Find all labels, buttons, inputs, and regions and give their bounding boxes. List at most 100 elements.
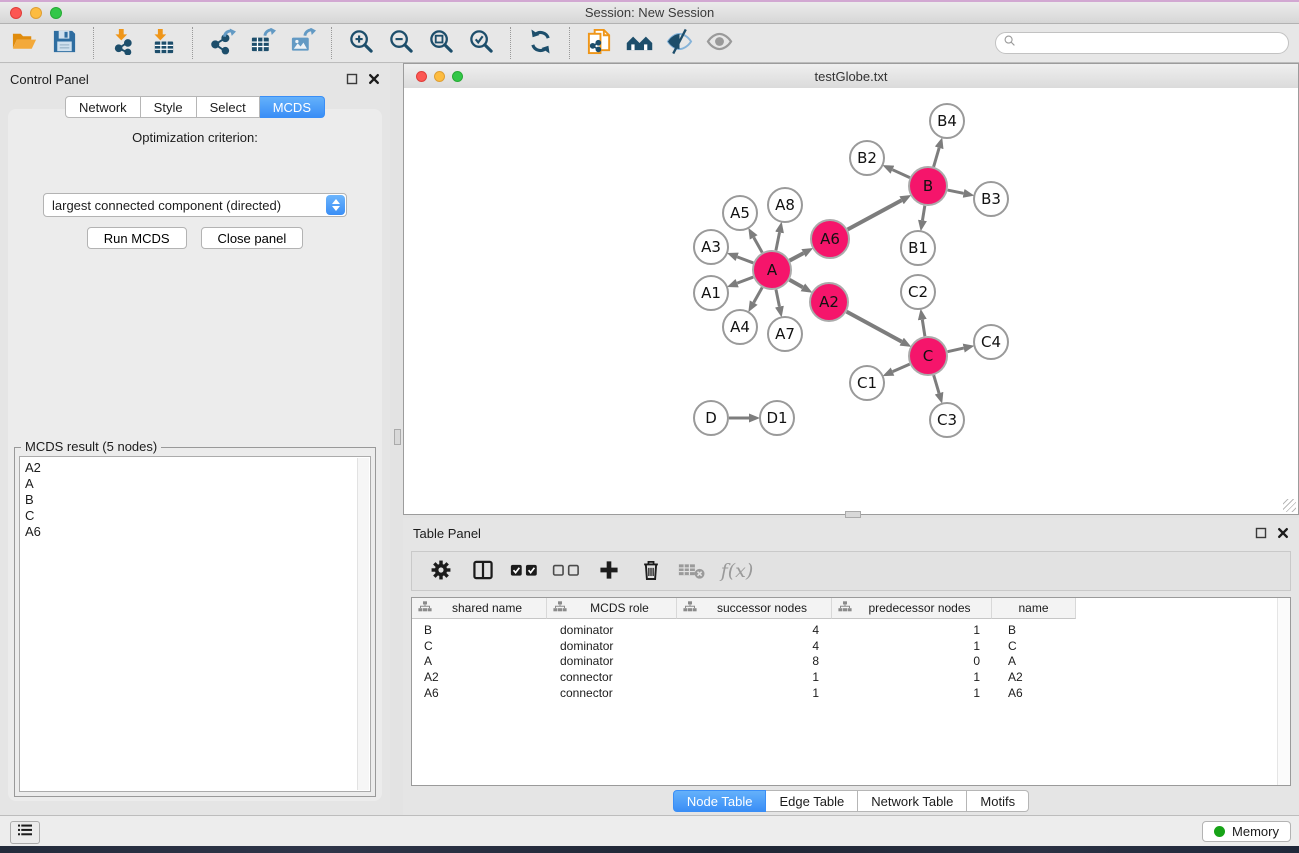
tab-node-table[interactable]: Node Table [673,790,767,812]
search-input[interactable] [1017,34,1288,52]
table-row[interactable]: Bdominator41B [412,622,1290,638]
node-B4[interactable]: B4 [930,104,964,138]
edge-A-A2[interactable] [789,280,802,288]
cell-predecessor-nodes[interactable]: 1 [835,639,996,653]
clone-network-button[interactable] [579,26,619,60]
export-table-button[interactable] [242,26,282,60]
result-list-item[interactable]: B [25,492,370,508]
tab-edge-table[interactable]: Edge Table [766,790,858,812]
cell-successor-nodes[interactable]: 1 [679,670,835,684]
node-B3[interactable]: B3 [974,182,1008,216]
edge-C-C1[interactable] [893,364,910,372]
node-D[interactable]: D [694,401,728,435]
edge-B-B3[interactable] [948,190,964,193]
column-header-successor-nodes[interactable]: successor nodes [677,598,832,619]
search-box[interactable] [995,32,1289,54]
tab-motifs[interactable]: Motifs [967,790,1029,812]
deselect-all-columns-button[interactable] [552,556,582,586]
cell-mcds-role[interactable]: connector [548,670,679,684]
tab-style[interactable]: Style [141,96,197,118]
column-header-predecessor-nodes[interactable]: predecessor nodes [832,598,992,619]
cell-successor-nodes[interactable]: 4 [679,639,835,653]
tab-select[interactable]: Select [197,96,260,118]
cell-name[interactable]: C [996,639,1081,653]
column-header-mcds-role[interactable]: MCDS role [547,598,677,619]
node-D1[interactable]: D1 [760,401,794,435]
float-panel-icon[interactable] [346,73,358,85]
task-history-button[interactable] [10,821,40,844]
cell-shared-name[interactable]: C [412,639,548,653]
result-list-item[interactable]: C [25,508,370,524]
edge-A-A6[interactable] [790,253,804,260]
node-C[interactable]: C [909,337,947,375]
edge-C-C2[interactable] [922,320,925,337]
cell-shared-name[interactable]: B [412,623,548,637]
edge-A-A7[interactable] [776,290,779,307]
zoom-selected-button[interactable] [461,26,501,60]
cell-successor-nodes[interactable]: 1 [679,686,835,700]
node-A1[interactable]: A1 [694,276,728,310]
run-mcds-button[interactable]: Run MCDS [87,227,187,249]
edge-B-B1[interactable] [922,206,924,221]
edge-A-A5[interactable] [754,237,763,252]
node-C2[interactable]: C2 [901,275,935,309]
node-C1[interactable]: C1 [850,366,884,400]
node-B[interactable]: B [909,167,947,205]
cell-successor-nodes[interactable]: 4 [679,623,835,637]
edge-A-A4[interactable] [754,287,763,302]
cell-mcds-role[interactable]: connector [548,686,679,700]
tab-network-table[interactable]: Network Table [858,790,967,812]
vertical-split-grip[interactable] [394,429,401,445]
result-list-item[interactable]: A6 [25,524,370,540]
node-A3[interactable]: A3 [694,230,728,264]
cell-successor-nodes[interactable]: 8 [679,654,835,668]
export-network-button[interactable] [202,26,242,60]
node-C4[interactable]: C4 [974,325,1008,359]
node-C3[interactable]: C3 [930,403,964,437]
node-A[interactable]: A [753,251,791,289]
node-A4[interactable]: A4 [723,310,757,344]
node-A5[interactable]: A5 [723,196,757,230]
node-A2[interactable]: A2 [810,283,848,321]
delete-columns-button[interactable] [636,556,666,586]
edge-A-A8[interactable] [776,232,780,250]
close-table-panel-icon[interactable] [1277,527,1289,539]
result-list-item[interactable]: A2 [25,460,370,476]
cell-predecessor-nodes[interactable]: 1 [835,686,996,700]
save-session-button[interactable] [44,26,84,60]
node-B2[interactable]: B2 [850,141,884,175]
network-minimize-icon[interactable] [434,71,445,82]
mcds-result-list[interactable]: A2ABCA6 [19,456,371,792]
float-table-panel-icon[interactable] [1255,527,1267,539]
first-neighbors-button[interactable] [619,26,659,60]
memory-button[interactable]: Memory [1202,821,1291,842]
edge-B-B4[interactable] [934,148,940,167]
node-A8[interactable]: A8 [768,188,802,222]
cell-mcds-role[interactable]: dominator [548,639,679,653]
network-window-titlebar[interactable]: testGlobe.txt [404,64,1298,89]
close-panel-icon[interactable] [368,73,380,85]
cell-name[interactable]: A [996,654,1081,668]
refresh-layout-button[interactable] [520,26,560,60]
result-list-scrollbar[interactable] [357,458,369,790]
table-row[interactable]: Cdominator41C [412,638,1290,654]
horizontal-split-grip[interactable] [845,511,861,518]
cell-name[interactable]: A2 [996,670,1081,684]
table-settings-button[interactable] [426,556,456,586]
node-A7[interactable]: A7 [768,317,802,351]
cell-mcds-role[interactable]: dominator [548,623,679,637]
create-column-button[interactable] [594,556,624,586]
network-zoom-icon[interactable] [452,71,463,82]
criterion-select[interactable]: largest connected component (directed) [43,193,347,217]
cell-name[interactable]: A6 [996,686,1081,700]
show-all-button[interactable] [699,26,739,60]
cell-name[interactable]: B [996,623,1081,637]
edge-A-A1[interactable] [737,277,753,283]
edge-C-C4[interactable] [948,348,964,352]
import-table-button[interactable] [143,26,183,60]
column-header-shared-name[interactable]: shared name [412,598,547,619]
node-B1[interactable]: B1 [901,231,935,265]
result-list-item[interactable]: A [25,476,370,492]
column-header-name[interactable]: name [992,598,1076,619]
edge-C-C3[interactable] [934,375,939,393]
